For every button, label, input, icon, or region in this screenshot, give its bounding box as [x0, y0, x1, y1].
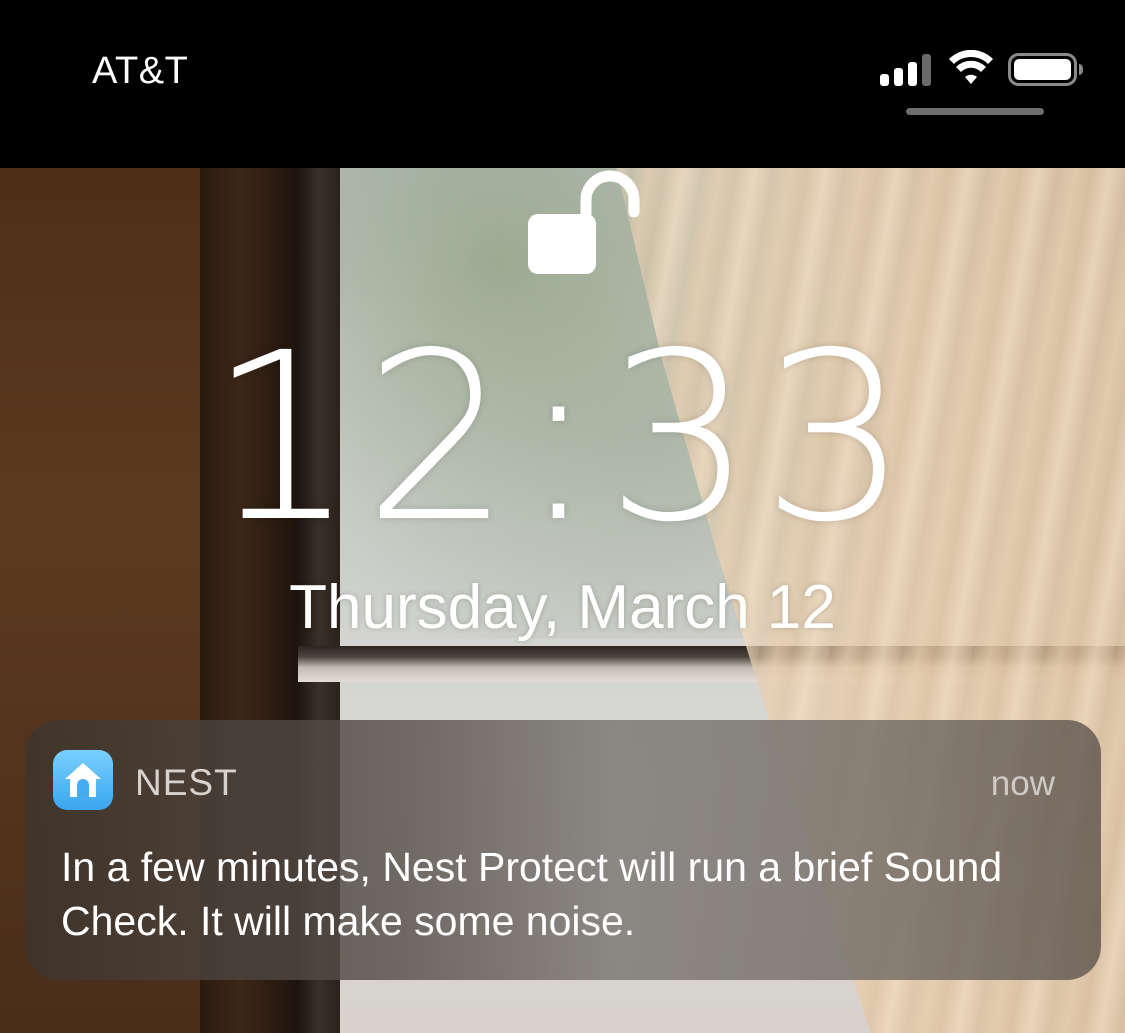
notification-time: now — [990, 764, 1055, 803]
cellular-signal-icon — [880, 52, 936, 86]
carrier-label: AT&T — [92, 50, 189, 92]
battery-icon — [1008, 53, 1083, 86]
control-center-indicator[interactable] — [906, 108, 1044, 115]
wifi-icon — [949, 50, 993, 84]
notification-body: In a few minutes, Nest Protect will run … — [61, 844, 1003, 944]
lock-screen-time: 12:33 — [208, 303, 917, 573]
notification-app-name: NEST — [135, 762, 238, 803]
unlocked-padlock-icon — [528, 170, 640, 274]
notification-card[interactable]: NEST now In a few minutes, Nest Protect … — [25, 720, 1101, 980]
nest-home-icon — [53, 750, 113, 810]
lock-screen-date: Thursday, March 12 — [289, 573, 836, 642]
status-bar: AT&T — [0, 0, 1125, 168]
